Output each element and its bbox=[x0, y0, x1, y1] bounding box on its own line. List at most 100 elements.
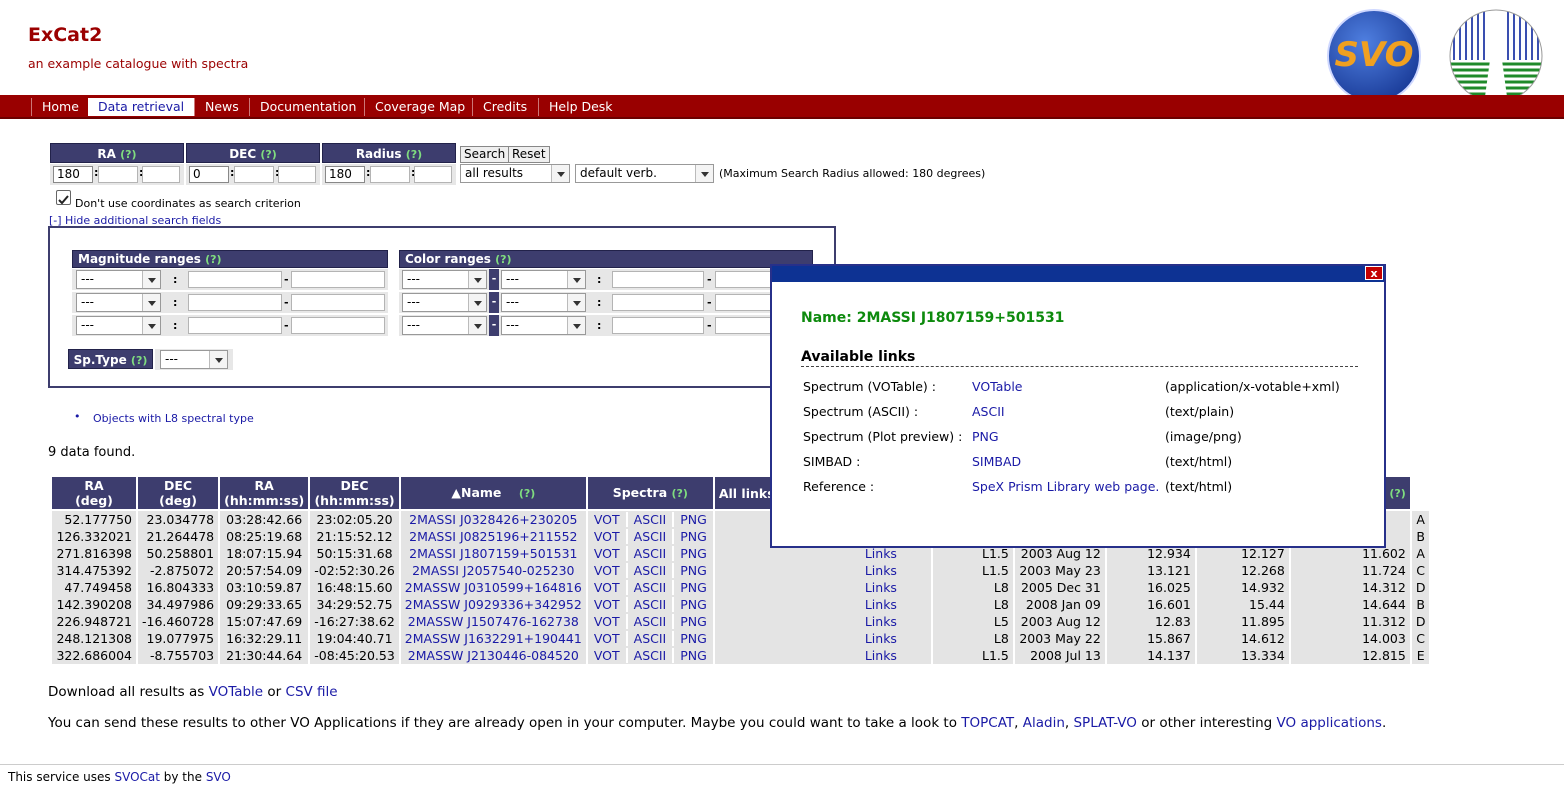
radius-degrees-input[interactable]: 180 bbox=[325, 166, 365, 183]
ra-seconds-input[interactable] bbox=[142, 166, 180, 183]
vot-link[interactable]: VOT bbox=[588, 563, 626, 578]
aladin-link[interactable]: Aladin bbox=[1023, 715, 1065, 731]
mag-min-input-1[interactable] bbox=[188, 271, 282, 288]
cell-object-name-link[interactable]: 2MASSI J1807159+501531 bbox=[400, 545, 586, 562]
mag-max-input-1[interactable] bbox=[291, 271, 385, 288]
png-link[interactable]: PNG bbox=[672, 546, 713, 561]
color-min-input-1[interactable] bbox=[612, 271, 704, 288]
mag-band-select-2[interactable]: --- bbox=[76, 293, 161, 312]
radius-seconds-input[interactable] bbox=[414, 166, 452, 183]
topcat-link[interactable]: TOPCAT bbox=[961, 715, 1014, 731]
vot-link[interactable]: VOT bbox=[588, 597, 626, 612]
cell-object-name-link[interactable]: 2MASSW J2130446-084520 bbox=[400, 647, 586, 664]
ra-hours-input[interactable]: 180 bbox=[53, 166, 93, 183]
svocat-link[interactable]: SVOCat bbox=[114, 770, 160, 784]
objects-l8-link[interactable]: Objects with L8 spectral type bbox=[93, 412, 254, 425]
mag-band-select-1[interactable]: --- bbox=[76, 270, 161, 289]
col-reference-help[interactable]: (?) bbox=[1389, 487, 1405, 500]
cell-object-name-link[interactable]: 2MASSI J2057540-025230 bbox=[400, 562, 586, 579]
color-band-a-select-1[interactable]: --- bbox=[402, 270, 487, 289]
nav-news[interactable]: News bbox=[194, 98, 249, 116]
dec-help[interactable]: (?) bbox=[260, 148, 276, 161]
png-link[interactable]: PNG bbox=[672, 597, 713, 612]
mag-min-input-2[interactable] bbox=[188, 294, 282, 311]
ascii-link[interactable]: ASCII bbox=[625, 563, 673, 578]
color-min-input-2[interactable] bbox=[612, 294, 704, 311]
color-band-b-select-3[interactable]: --- bbox=[501, 316, 586, 335]
cell-object-name-link[interactable]: 2MASSI J0825196+211552 bbox=[400, 528, 586, 545]
vo-applications-link[interactable]: VO applications bbox=[1277, 715, 1382, 731]
ascii-link[interactable]: ASCII bbox=[625, 631, 673, 646]
cell-object-name-link[interactable]: 2MASSW J1632291+190441 bbox=[400, 630, 586, 647]
nav-help-desk[interactable]: Help Desk bbox=[538, 98, 623, 116]
ra-help[interactable]: (?) bbox=[120, 148, 136, 161]
svo-link[interactable]: SVO bbox=[206, 770, 231, 784]
download-csv-link[interactable]: CSV file bbox=[286, 684, 338, 700]
dec-degrees-input[interactable]: 0 bbox=[189, 166, 229, 183]
col-dec-deg[interactable]: DEC (deg) bbox=[138, 477, 219, 511]
magnitude-help[interactable]: (?) bbox=[205, 253, 221, 266]
cell-object-name-link[interactable]: 2MASSI J0328426+230205 bbox=[400, 511, 586, 528]
links-link[interactable]: Links bbox=[865, 580, 897, 595]
links-link[interactable]: Links bbox=[865, 563, 897, 578]
png-link[interactable]: PNG bbox=[672, 529, 713, 544]
download-votable-link[interactable]: VOTable bbox=[209, 684, 264, 700]
color-band-a-select-3[interactable]: --- bbox=[402, 316, 487, 335]
vot-link[interactable]: VOT bbox=[588, 631, 626, 646]
popup-ascii-link[interactable]: ASCII bbox=[972, 404, 1005, 419]
vot-link[interactable]: VOT bbox=[588, 614, 626, 629]
color-max-input-3[interactable] bbox=[715, 317, 771, 334]
sptype-select[interactable]: --- bbox=[160, 350, 228, 369]
cell-object-name-link[interactable]: 2MASSW J0929336+342952 bbox=[400, 596, 586, 613]
png-link[interactable]: PNG bbox=[672, 563, 713, 578]
color-min-input-3[interactable] bbox=[612, 317, 704, 334]
ascii-link[interactable]: ASCII bbox=[625, 614, 673, 629]
popup-simbad-link[interactable]: SIMBAD bbox=[972, 454, 1021, 469]
ra-minutes-input[interactable] bbox=[98, 166, 138, 183]
links-link[interactable]: Links bbox=[865, 614, 897, 629]
color-max-input-2[interactable] bbox=[715, 294, 771, 311]
color-help[interactable]: (?) bbox=[495, 253, 511, 266]
vot-link[interactable]: VOT bbox=[588, 546, 626, 561]
ascii-link[interactable]: ASCII bbox=[625, 597, 673, 612]
ascii-link[interactable]: ASCII bbox=[625, 546, 673, 561]
mag-max-input-2[interactable] bbox=[291, 294, 385, 311]
search-button[interactable]: Search bbox=[460, 146, 510, 163]
cell-object-name-link[interactable]: 2MASSW J0310599+164816 bbox=[400, 579, 586, 596]
col-ra-deg[interactable]: RA (deg) bbox=[52, 477, 136, 511]
mag-band-select-3[interactable]: --- bbox=[76, 316, 161, 335]
links-link[interactable]: Links bbox=[865, 597, 897, 612]
popup-title-bar[interactable]: x bbox=[772, 266, 1384, 282]
png-link[interactable]: PNG bbox=[672, 631, 713, 646]
color-band-b-select-1[interactable]: --- bbox=[501, 270, 586, 289]
links-link[interactable]: Links bbox=[865, 546, 897, 561]
ascii-link[interactable]: ASCII bbox=[625, 512, 673, 527]
results-select[interactable]: all results bbox=[460, 164, 570, 183]
ascii-link[interactable]: ASCII bbox=[625, 648, 673, 663]
links-link[interactable]: Links bbox=[865, 648, 897, 663]
vot-link[interactable]: VOT bbox=[588, 529, 626, 544]
dec-minutes-input[interactable] bbox=[234, 166, 274, 183]
mag-max-input-3[interactable] bbox=[291, 317, 385, 334]
dec-seconds-input[interactable] bbox=[278, 166, 316, 183]
vot-link[interactable]: VOT bbox=[588, 512, 626, 527]
col-ra-hms[interactable]: RA (hh:mm:ss) bbox=[220, 477, 309, 511]
vot-link[interactable]: VOT bbox=[588, 648, 626, 663]
splat-vo-link[interactable]: SPLAT-VO bbox=[1073, 715, 1136, 731]
nav-coverage-map[interactable]: Coverage Map bbox=[364, 98, 475, 116]
popup-reference-link[interactable]: SpeX Prism Library web page. bbox=[972, 479, 1159, 494]
reset-button[interactable]: Reset bbox=[508, 146, 550, 163]
nav-data-retrieval[interactable]: Data retrieval bbox=[88, 98, 195, 116]
links-link[interactable]: Links bbox=[865, 631, 897, 646]
col-spectra-help[interactable]: (?) bbox=[672, 487, 688, 500]
popup-votable-link[interactable]: VOTable bbox=[972, 379, 1023, 394]
ascii-link[interactable]: ASCII bbox=[625, 529, 673, 544]
nav-documentation[interactable]: Documentation bbox=[249, 98, 366, 116]
png-link[interactable]: PNG bbox=[672, 580, 713, 595]
col-name[interactable]: ▲Name (?) bbox=[400, 477, 586, 511]
png-link[interactable]: PNG bbox=[672, 614, 713, 629]
radius-help[interactable]: (?) bbox=[406, 148, 422, 161]
vot-link[interactable]: VOT bbox=[588, 580, 626, 595]
png-link[interactable]: PNG bbox=[672, 648, 713, 663]
sptype-help[interactable]: (?) bbox=[131, 354, 147, 367]
